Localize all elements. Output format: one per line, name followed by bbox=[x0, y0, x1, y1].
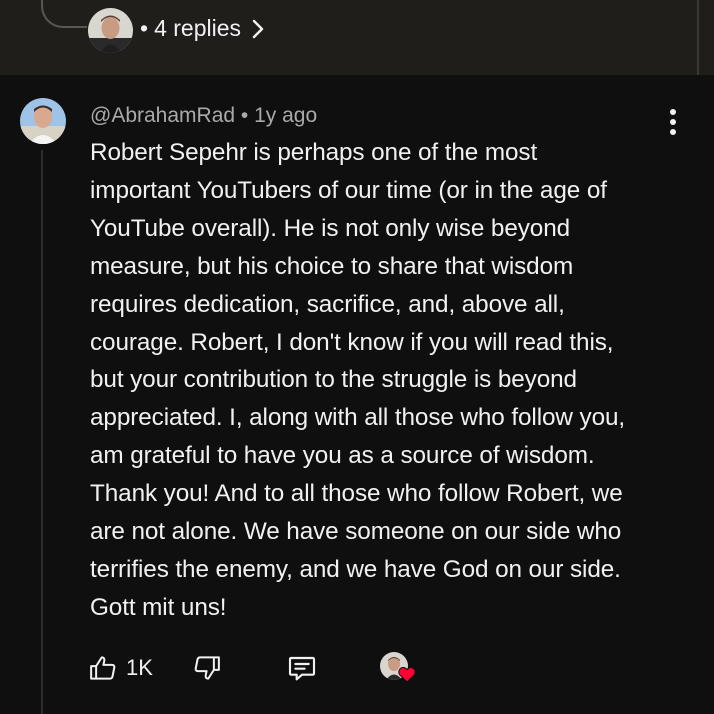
comment-line: appreciated. I, along with all those who… bbox=[90, 404, 626, 432]
comment-line: Thank you! And to all those who follow R… bbox=[90, 480, 623, 508]
thread-line bbox=[41, 150, 43, 714]
comment-actions: 1K bbox=[0, 648, 714, 692]
reply-comment-icon bbox=[288, 656, 316, 681]
meta-separator: • bbox=[240, 104, 249, 127]
comment-line: terrifies the enemy, and we have God on … bbox=[90, 555, 621, 583]
comment-author[interactable]: @AbrahamRad bbox=[90, 104, 235, 127]
dislike-button[interactable] bbox=[192, 648, 222, 688]
replies-count-label: 4 replies bbox=[154, 15, 241, 41]
comment-timestamp[interactable]: 1y ago bbox=[254, 104, 317, 127]
avatar[interactable] bbox=[20, 98, 66, 144]
comment-line: important YouTubers of our time (or in t… bbox=[90, 176, 607, 204]
creator-heart-icon bbox=[398, 666, 416, 683]
thumbs-up-icon bbox=[90, 656, 116, 680]
reply-button[interactable] bbox=[286, 648, 318, 688]
like-button[interactable]: 1K bbox=[88, 648, 153, 688]
comment-line: YouTube overall). He is not only wise be… bbox=[90, 214, 571, 242]
comment-meta: @AbrahamRad • 1y ago bbox=[90, 104, 317, 128]
reply-author-avatar[interactable] bbox=[88, 8, 133, 53]
comment-body: Robert Sepehr is perhaps one of the most… bbox=[90, 134, 690, 627]
comment-line: measure, but his choice to share that wi… bbox=[90, 252, 574, 280]
comment-line: but your contribution to the struggle is… bbox=[90, 366, 577, 394]
replies-separator: • bbox=[140, 15, 149, 41]
creator-heart bbox=[378, 648, 418, 688]
comment-line: courage. Robert, I don't know if you wil… bbox=[90, 328, 614, 356]
divider bbox=[697, 0, 699, 75]
thumbs-down-icon bbox=[194, 656, 220, 680]
comment-line: requires dedication, sacrifice, and, abo… bbox=[90, 290, 565, 318]
menu-dot bbox=[670, 119, 676, 125]
view-replies-link[interactable]: • 4 replies bbox=[140, 15, 265, 42]
comment-line: Gott mit uns! bbox=[90, 593, 227, 621]
comment-line: am grateful to have you as a source of w… bbox=[90, 442, 595, 470]
like-count: 1K bbox=[126, 655, 153, 680]
menu-dot bbox=[670, 109, 676, 115]
chevron-right-icon bbox=[252, 19, 264, 38]
comment-line: are not alone. We have someone on our si… bbox=[90, 518, 622, 546]
thread-connector bbox=[41, 0, 87, 28]
comment-line: Robert Sepehr is perhaps one of the most bbox=[90, 139, 538, 166]
